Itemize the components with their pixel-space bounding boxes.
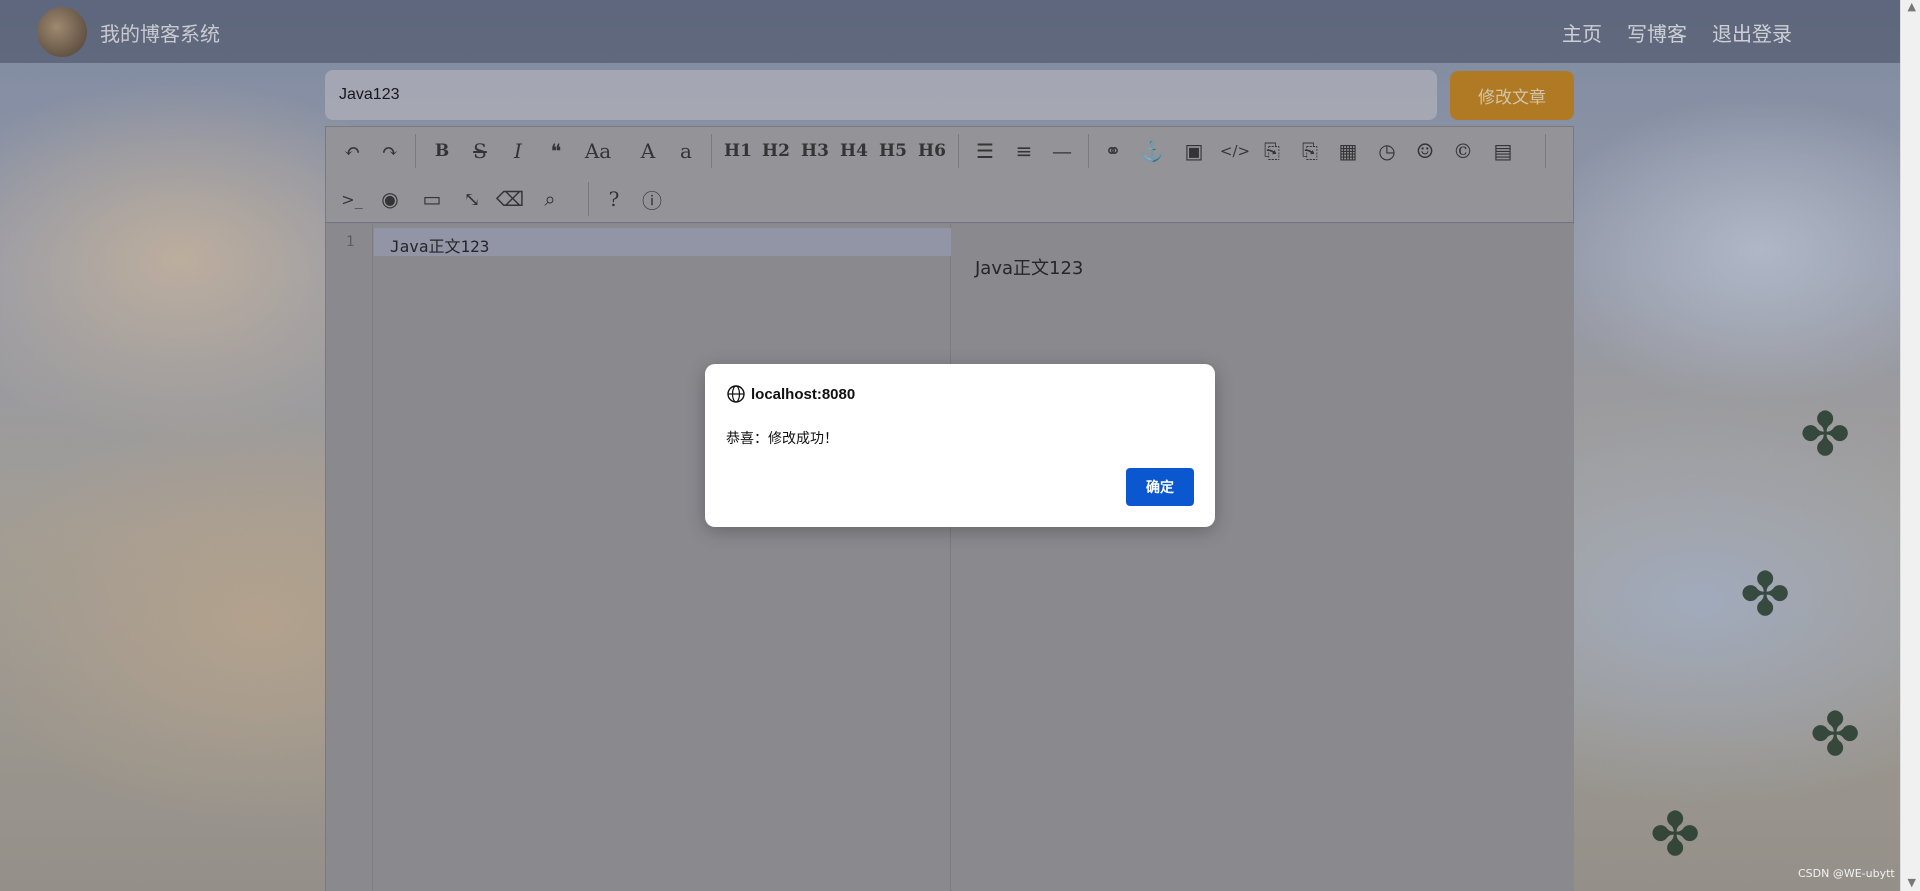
dialog-origin: localhost:8080	[726, 384, 855, 404]
alert-dialog: localhost:8080 恭喜：修改成功！ 确定	[705, 364, 1215, 527]
scroll-up-icon[interactable]: ▲	[1908, 0, 1916, 13]
dialog-origin-text: localhost:8080	[751, 385, 856, 403]
ok-button[interactable]: 确定	[1126, 468, 1194, 506]
page-scrollbar[interactable]: ▲ ▼	[1900, 0, 1920, 891]
dialog-message: 恭喜：修改成功！	[726, 431, 838, 447]
globe-icon	[727, 385, 745, 403]
watermark: CSDN @WE-ubytt	[1798, 867, 1895, 880]
scroll-down-icon[interactable]: ▼	[1908, 876, 1916, 889]
